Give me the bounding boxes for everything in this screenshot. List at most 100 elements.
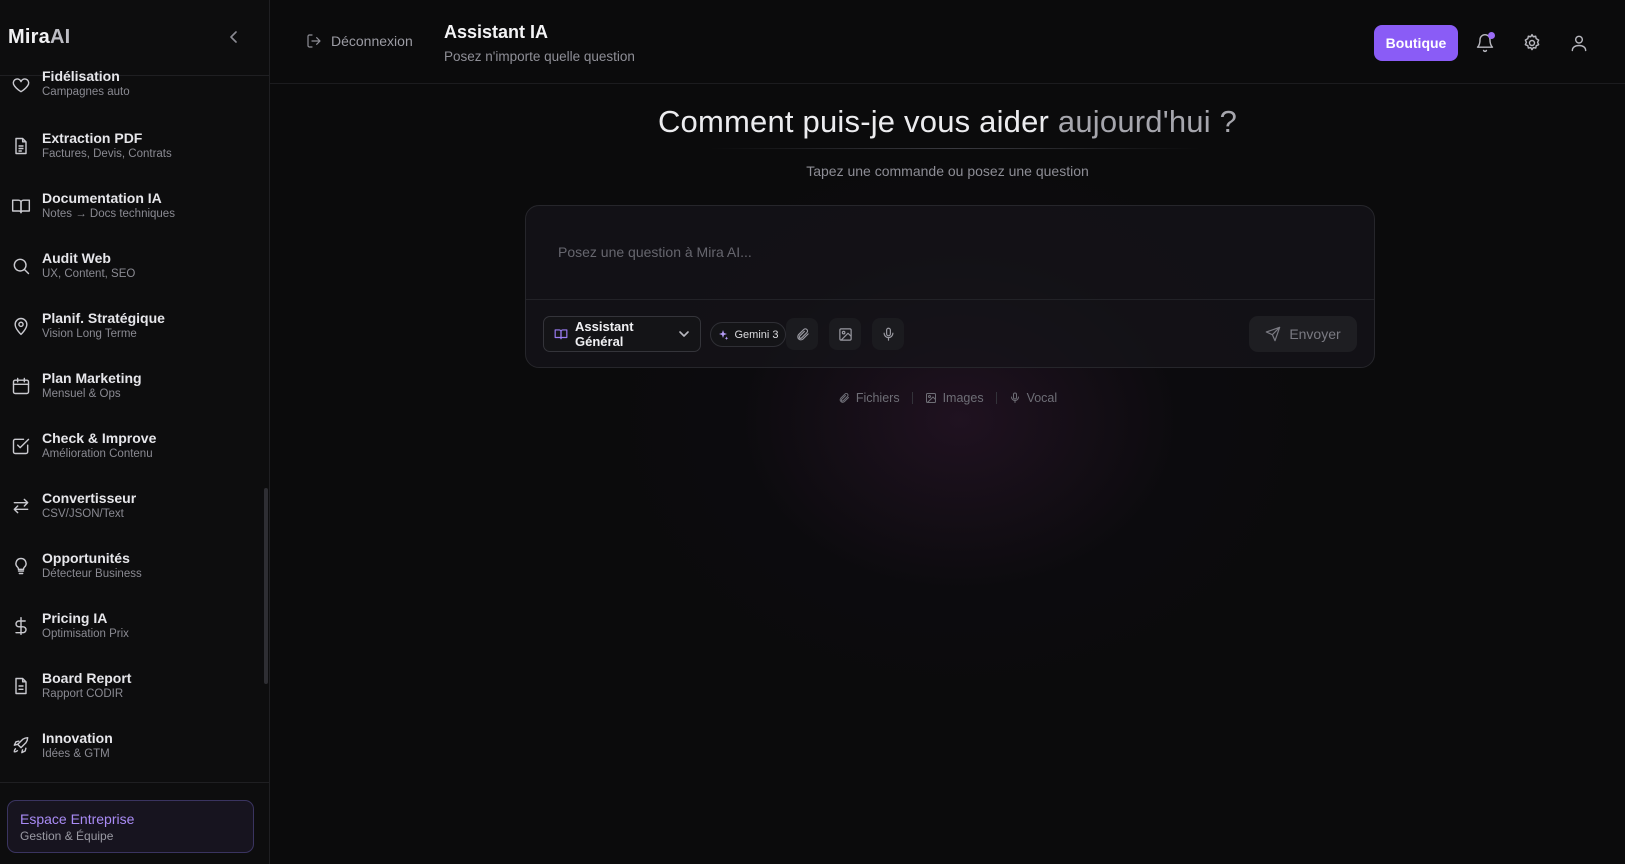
model-label: Gemini 3 xyxy=(734,328,779,341)
microphone-icon xyxy=(883,327,893,341)
composer-divider xyxy=(526,299,1374,300)
hero-subtitle: Tapez une commande ou posez une question xyxy=(806,163,1089,179)
sidebar-nav: Fidélisation Campagnes auto Extraction P… xyxy=(0,70,269,782)
paperclip-icon xyxy=(796,327,809,340)
image-icon xyxy=(838,327,852,341)
hero-title: Comment puis-je vous aider aujourd'hui ? xyxy=(657,104,1238,139)
lightbulb-icon xyxy=(10,555,32,577)
notification-badge xyxy=(1488,32,1495,39)
chevron-down-icon xyxy=(679,331,689,337)
user-icon xyxy=(1571,35,1587,52)
enterprise-title: Espace Entreprise xyxy=(20,811,135,827)
rocket-icon xyxy=(10,735,32,757)
sidebar-item-sublabel: UX, Content, SEO xyxy=(42,268,136,280)
enterprise-space-button[interactable]: Espace Entreprise Gestion & Équipe xyxy=(7,800,254,853)
attach-file-button[interactable] xyxy=(786,318,818,350)
sidebar-footer: Espace Entreprise Gestion & Équipe xyxy=(0,782,269,864)
hint-voice: Vocal xyxy=(1009,391,1058,405)
dollar-icon xyxy=(10,615,32,637)
sidebar-item-label: Innovation xyxy=(42,730,113,746)
profile-button[interactable] xyxy=(1568,32,1590,54)
sidebar-item-innovation[interactable]: Innovation Idées & GTM xyxy=(0,716,269,776)
send-icon xyxy=(1266,326,1281,342)
assistant-mode-label: Assistant Général xyxy=(575,319,634,349)
main-area: Déconnexion Assistant IA Posez n'importe… xyxy=(270,0,1625,864)
sidebar-item-pricing-ia[interactable]: Pricing IA Optimisation Prix xyxy=(0,596,269,656)
book-icon xyxy=(10,195,32,217)
sidebar-item-label: Fidélisation xyxy=(42,70,120,84)
sidebar-item-sublabel: Mensuel & Ops xyxy=(42,388,121,400)
sidebar-item-plan-marketing[interactable]: Plan Marketing Mensuel & Ops xyxy=(0,356,269,416)
sidebar-scrollbar[interactable] xyxy=(264,488,268,684)
sidebar-item-fidelisation[interactable]: Fidélisation Campagnes auto xyxy=(0,70,269,102)
microphone-icon xyxy=(1010,392,1019,403)
page-subtitle: Posez n'importe quelle question xyxy=(444,49,635,64)
send-label: Envoyer xyxy=(1289,326,1341,342)
logout-button[interactable]: Déconnexion xyxy=(306,33,413,49)
sidebar-item-label: Extraction PDF xyxy=(42,130,143,146)
sidebar-item-sublabel: Idées & GTM xyxy=(42,748,110,760)
chevron-left-icon xyxy=(230,31,237,43)
sidebar-item-label: Pricing IA xyxy=(42,610,108,626)
enterprise-subtitle: Gestion & Équipe xyxy=(20,829,114,843)
assistant-mode-select[interactable]: Assistant Général xyxy=(543,316,701,352)
voice-input-button[interactable] xyxy=(872,318,904,350)
hint-label: Images xyxy=(942,391,984,405)
hint-separator xyxy=(995,392,997,404)
report-icon xyxy=(10,675,32,697)
sidebar-item-sublabel: Vision Long Terme xyxy=(42,328,137,340)
shop-button[interactable]: Boutique xyxy=(1374,25,1458,61)
sidebar-item-label: Check & Improve xyxy=(42,430,157,446)
top-bar: Déconnexion Assistant IA Posez n'importe… xyxy=(270,0,1625,84)
sidebar-item-label: Planif. Stratégique xyxy=(42,310,165,326)
attach-image-button[interactable] xyxy=(829,318,861,350)
sidebar-item-sublabel: Campagnes auto xyxy=(42,86,130,98)
logout-icon xyxy=(307,34,321,48)
chat-input[interactable] xyxy=(526,206,1374,298)
sidebar-item-extraction-pdf[interactable]: Extraction PDF Factures, Devis, Contrats xyxy=(0,116,269,176)
hint-label: Fichiers xyxy=(855,391,900,405)
brand-logo: MiraAI xyxy=(8,26,71,48)
sidebar-item-planif-strategique[interactable]: Planif. Stratégique Vision Long Terme xyxy=(0,296,269,356)
sidebar: MiraAI Fidélisation Campagnes auto Extra… xyxy=(0,0,270,864)
sidebar-item-label: Convertisseur xyxy=(42,490,137,506)
sidebar-item-sublabel: Rapport CODIR xyxy=(42,688,124,700)
sidebar-item-check-improve[interactable]: Check & Improve Amélioration Contenu xyxy=(0,416,269,476)
checkbox-icon xyxy=(10,435,32,457)
sidebar-item-sublabel: Notes → Docs techniques xyxy=(42,208,175,220)
chat-composer: Assistant Général Gemini 3 Envoyer xyxy=(525,205,1375,368)
map-pin-icon xyxy=(10,315,32,337)
paperclip-icon xyxy=(839,393,849,403)
sidebar-item-label: Board Report xyxy=(42,670,132,686)
book-icon xyxy=(554,329,568,340)
gear-icon xyxy=(1524,33,1540,51)
sidebar-item-audit-web[interactable]: Audit Web UX, Content, SEO xyxy=(0,236,269,296)
collapse-sidebar-button[interactable] xyxy=(225,28,243,46)
sidebar-item-label: Opportunités xyxy=(42,550,130,566)
input-hints: Fichiers Images Vocal xyxy=(270,391,1625,405)
hint-images: Images xyxy=(925,391,984,405)
model-chip[interactable]: Gemini 3 xyxy=(710,322,786,347)
hint-files: Fichiers xyxy=(838,391,900,405)
sidebar-item-board-report[interactable]: Board Report Rapport CODIR xyxy=(0,656,269,716)
settings-button[interactable] xyxy=(1521,32,1543,54)
heart-icon xyxy=(10,74,32,96)
search-icon xyxy=(10,255,32,277)
sidebar-item-label: Documentation IA xyxy=(42,190,162,206)
sidebar-item-sublabel: Amélioration Contenu xyxy=(42,448,153,460)
sidebar-item-label: Audit Web xyxy=(42,250,111,266)
notifications-button[interactable] xyxy=(1474,32,1496,54)
image-icon xyxy=(925,393,936,403)
page-title: Assistant IA xyxy=(444,22,549,42)
sidebar-item-sublabel: Factures, Devis, Contrats xyxy=(42,148,172,160)
hint-label: Vocal xyxy=(1026,391,1058,405)
sidebar-item-label: Plan Marketing xyxy=(42,370,142,386)
sidebar-item-documentation-ia[interactable]: Documentation IA Notes → Docs techniques xyxy=(0,176,269,236)
sidebar-item-convertisseur[interactable]: Convertisseur CSV/JSON/Text xyxy=(0,476,269,536)
sidebar-item-opportunites[interactable]: Opportunités Détecteur Business xyxy=(0,536,269,596)
arrows-icon xyxy=(10,495,32,517)
sparkle-icon xyxy=(719,329,729,340)
logout-label: Déconnexion xyxy=(331,33,413,49)
send-button[interactable]: Envoyer xyxy=(1249,316,1357,352)
calendar-icon xyxy=(10,375,32,397)
